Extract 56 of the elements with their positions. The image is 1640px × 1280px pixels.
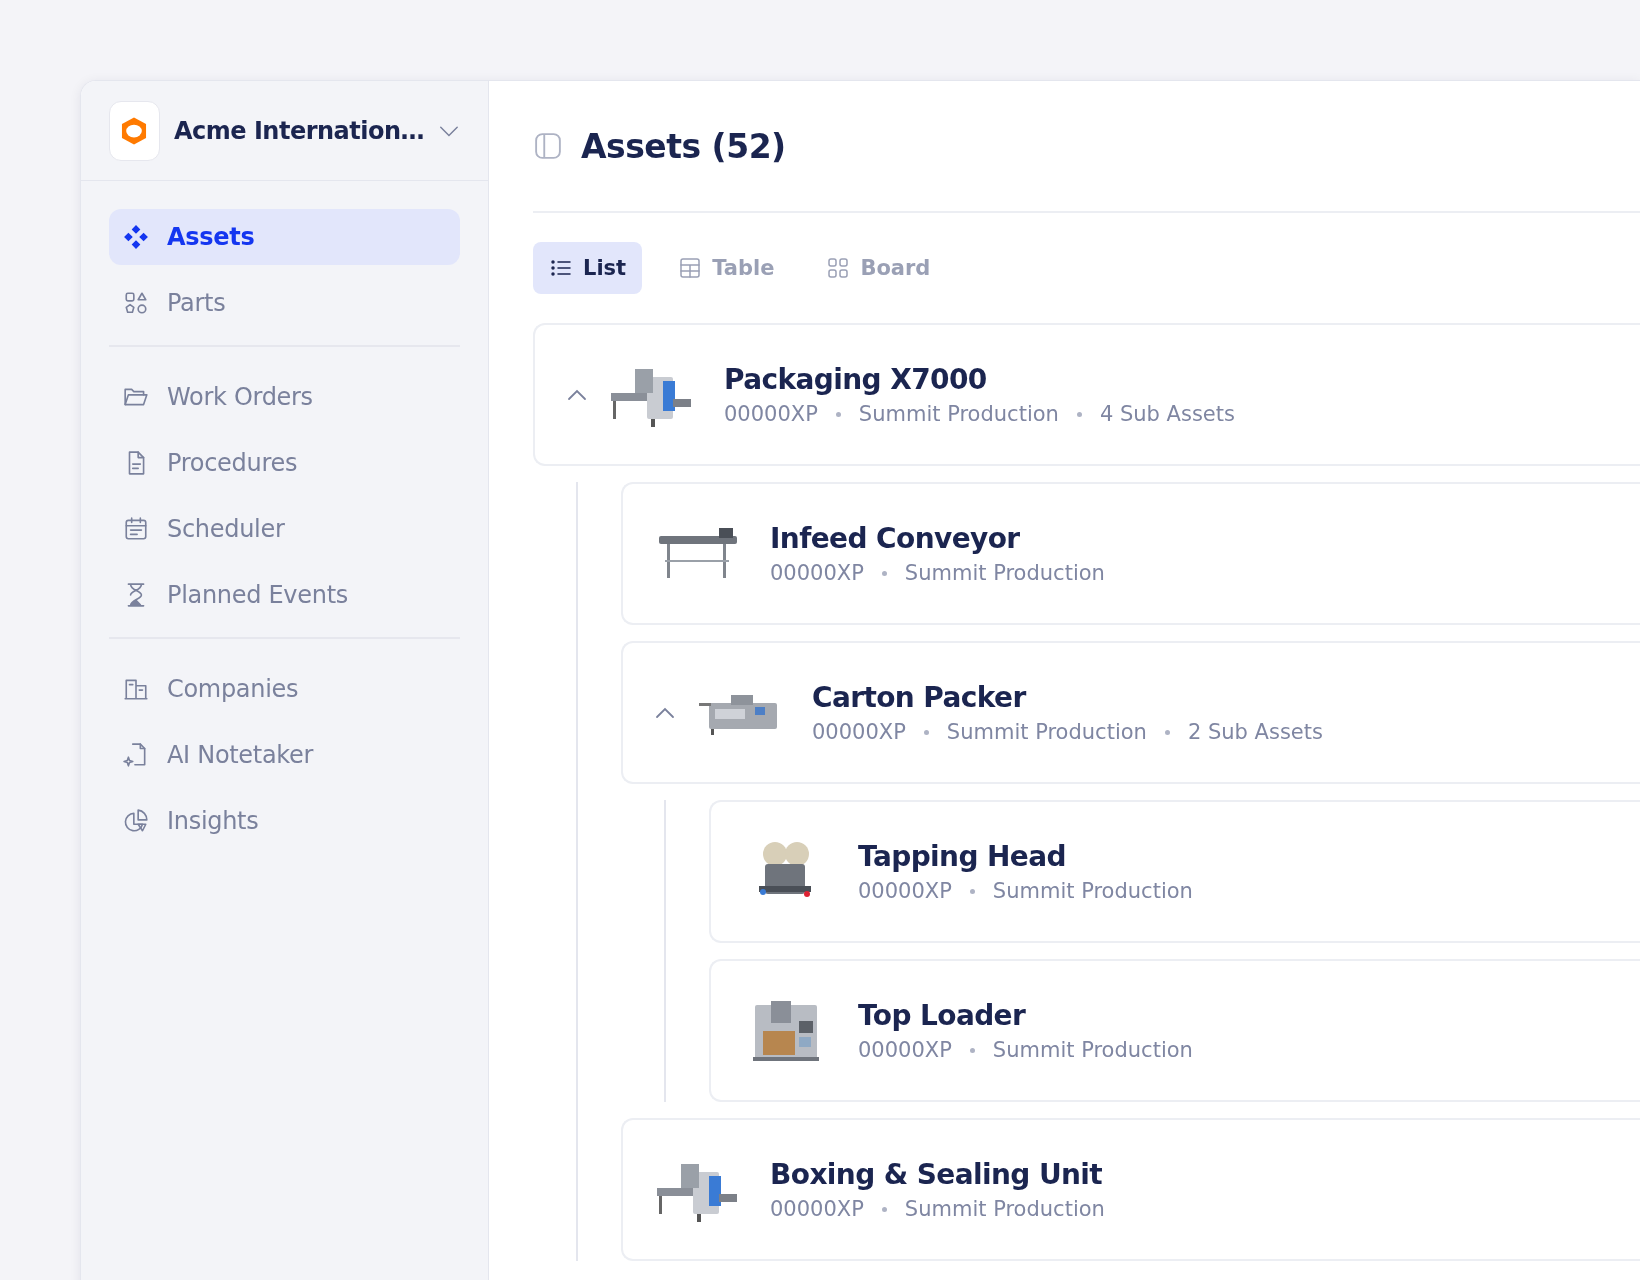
asset-card[interactable]: Top Loader 00000XP Summit Production <box>709 959 1640 1102</box>
table-icon <box>678 256 703 280</box>
asset-name: Top Loader <box>858 999 1027 1032</box>
separator-dot <box>1164 729 1170 735</box>
asset-name: Tapping Head <box>858 840 1067 873</box>
asset-card[interactable]: Packaging X7000 00000XP Summit Production 4 Sub Assets <box>533 323 1640 466</box>
asset-card[interactable]: Infeed Conveyor 00000XP Summit Production <box>621 482 1640 625</box>
asset-code: 00000XP <box>724 402 818 426</box>
workspace-name[interactable]: Acme Internation… <box>173 116 425 145</box>
nav-item[interactable]: Parts <box>109 275 460 331</box>
nav-item[interactable]: Assets <box>109 209 460 265</box>
nav-item[interactable]: AI Notetaker <box>109 727 460 783</box>
asset-code: 00000XP <box>858 879 952 903</box>
pie-chart-icon <box>123 808 149 834</box>
asset-name: Carton Packer <box>812 681 1028 714</box>
grid-icon <box>826 256 851 280</box>
asset-card[interactable]: Carton Packer 00000XP Summit Production 2 Sub Assets <box>621 641 1640 784</box>
sub-asset-count: 4 Sub Assets <box>1099 402 1235 426</box>
asset-location: Summit Production <box>946 720 1147 744</box>
separator-dot <box>923 729 929 735</box>
nav-item[interactable]: Work Orders <box>109 369 460 425</box>
asset-code: 00000XP <box>770 561 864 585</box>
separator-dot <box>1076 411 1082 417</box>
view-tab[interactable]: Board <box>810 242 947 294</box>
asset-code: 00000XP <box>858 1038 952 1062</box>
separator-dot <box>969 888 975 894</box>
shapes-icon <box>123 290 149 316</box>
asset-name: Packaging X7000 <box>724 363 988 396</box>
separator-dot <box>881 1206 887 1212</box>
nav-item[interactable]: Companies <box>109 661 460 717</box>
nav-item[interactable]: Procedures <box>109 435 460 491</box>
asset-name: Boxing & Sealing Unit <box>770 1158 1104 1191</box>
asset-location: Summit Production <box>992 879 1193 903</box>
logo-icon <box>109 100 160 161</box>
nav-item[interactable]: Scheduler <box>109 501 460 557</box>
asset-location: Summit Production <box>904 561 1105 585</box>
nav-item[interactable]: Insights <box>109 793 460 849</box>
asset-location: Summit Production <box>858 402 1059 426</box>
asset-name: Infeed Conveyor <box>770 522 1021 555</box>
separator-dot <box>881 570 887 576</box>
calendar-icon <box>123 516 149 542</box>
sidebar-toggle-icon[interactable] <box>533 131 563 161</box>
asset-code: 00000XP <box>812 720 906 744</box>
asset-card[interactable]: Tapping Head 00000XP Summit Production <box>709 800 1640 943</box>
sub-asset-count: 2 Sub Assets <box>1187 720 1323 744</box>
asset-code: 00000XP <box>770 1197 864 1221</box>
asset-location: Summit Production <box>992 1038 1193 1062</box>
separator-dot <box>835 411 841 417</box>
diamonds-icon <box>123 224 149 250</box>
asset-card[interactable]: Boxing & Sealing Unit 00000XP Summit Production <box>621 1118 1640 1261</box>
page-title: Assets (52) <box>581 126 786 166</box>
separator-dot <box>969 1047 975 1053</box>
view-tab[interactable]: Table <box>662 242 791 294</box>
nav-item[interactable]: Planned Events <box>109 567 460 623</box>
asset-location: Summit Production <box>904 1197 1105 1221</box>
view-tab[interactable]: List <box>533 242 643 294</box>
